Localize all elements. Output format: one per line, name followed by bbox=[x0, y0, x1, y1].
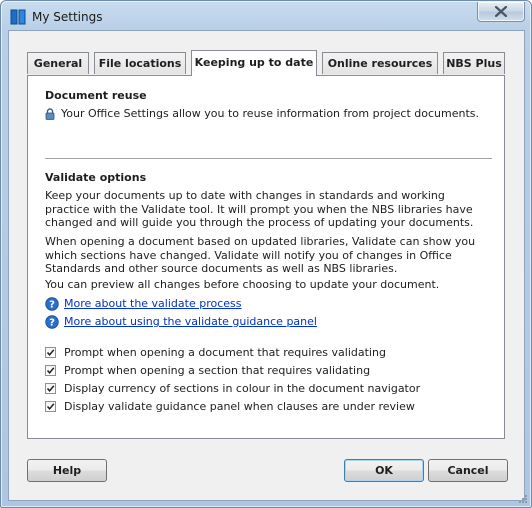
checkmark-icon bbox=[46, 385, 55, 392]
checkmark-icon bbox=[46, 349, 55, 356]
svg-text:?: ? bbox=[49, 300, 55, 311]
checkbox-display-guidance-panel[interactable] bbox=[45, 401, 56, 412]
help-icon: ? bbox=[45, 297, 59, 311]
help-icon: ? bbox=[45, 315, 59, 329]
checkmark-icon bbox=[46, 403, 55, 410]
resize-grip-icon[interactable] bbox=[518, 494, 528, 504]
validate-paragraph-2: When opening a document based on updated… bbox=[45, 235, 476, 275]
document-reuse-heading: Document reuse bbox=[45, 89, 147, 102]
title-bar[interactable]: My Settings bbox=[1, 1, 531, 31]
close-button[interactable] bbox=[477, 2, 525, 22]
nbs-books-icon bbox=[10, 9, 26, 25]
tab-general[interactable]: General bbox=[27, 52, 89, 74]
help-button[interactable]: Help bbox=[27, 459, 107, 482]
option-label: Prompt when opening a section that requi… bbox=[64, 364, 371, 377]
ok-button[interactable]: OK bbox=[344, 459, 424, 482]
link-validate-guidance-panel[interactable]: More about using the validate guidance p… bbox=[64, 315, 317, 328]
tab-online-resources[interactable]: Online resources bbox=[322, 52, 438, 74]
tab-file-locations[interactable]: File locations bbox=[94, 52, 186, 74]
document-reuse-text: Your Office Settings allow you to reuse … bbox=[61, 107, 480, 120]
option-label: Display validate guidance panel when cla… bbox=[64, 400, 415, 413]
section-divider bbox=[45, 158, 492, 159]
cancel-button[interactable]: Cancel bbox=[428, 459, 508, 482]
window-title: My Settings bbox=[32, 10, 103, 24]
option-label: Prompt when opening a document that requ… bbox=[64, 346, 386, 359]
checkmark-icon bbox=[46, 367, 55, 374]
svg-text:?: ? bbox=[49, 318, 55, 329]
validate-paragraph-3: You can preview all changes before choos… bbox=[45, 278, 440, 291]
close-icon bbox=[495, 6, 507, 17]
checkbox-prompt-section[interactable] bbox=[45, 365, 56, 376]
option-label: Display currency of sections in colour i… bbox=[64, 382, 421, 395]
tab-panel-keeping-up-to-date: Document reuse Your Office Settings allo… bbox=[27, 75, 505, 439]
tab-keeping-up-to-date[interactable]: Keeping up to date bbox=[191, 50, 317, 76]
settings-window: My Settings General File locations Keepi… bbox=[0, 0, 532, 508]
checkbox-prompt-document[interactable] bbox=[45, 347, 56, 358]
validate-paragraph-1: Keep your documents up to date with chan… bbox=[45, 189, 474, 229]
validate-options-heading: Validate options bbox=[45, 171, 147, 184]
tab-nbs-plus[interactable]: NBS Plus bbox=[443, 52, 505, 74]
checkbox-display-currency[interactable] bbox=[45, 383, 56, 394]
dialog-body: General File locations Keeping up to dat… bbox=[8, 30, 525, 501]
link-validate-process[interactable]: More about the validate process bbox=[64, 297, 241, 310]
lock-icon bbox=[45, 108, 55, 120]
